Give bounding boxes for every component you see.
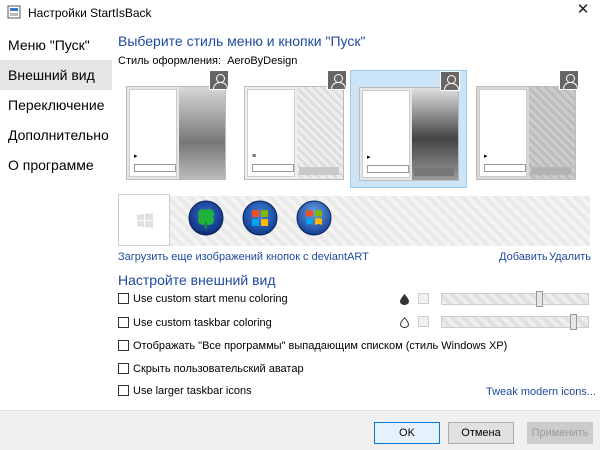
menu-preview: ≡ bbox=[244, 86, 344, 180]
arrow-icon: ▸ bbox=[134, 153, 138, 160]
checkbox[interactable] bbox=[118, 293, 129, 304]
checkbox[interactable] bbox=[118, 363, 129, 374]
list-icon: ≡ bbox=[252, 153, 257, 160]
option-label: Отображать "Все программы" выпадающим сп… bbox=[133, 340, 508, 352]
menu-preview-right-pane bbox=[529, 87, 575, 179]
start-button-strip bbox=[118, 194, 590, 246]
dialog-footer: OK Отмена Применить bbox=[0, 410, 600, 450]
option-custom-start-menu-coloring[interactable]: Use custom start menu coloring bbox=[118, 293, 288, 307]
windows-logo-icon bbox=[137, 213, 153, 228]
user-avatar-icon bbox=[209, 70, 229, 90]
filled-drop-icon bbox=[400, 294, 409, 305]
user-avatar-icon bbox=[559, 70, 579, 90]
search-box-preview bbox=[367, 165, 409, 173]
start-button-windows-vista[interactable] bbox=[296, 200, 332, 236]
slider-thumb[interactable] bbox=[536, 291, 543, 307]
apply-button[interactable]: Применить bbox=[527, 422, 593, 444]
style-thumbnail-4[interactable]: ▸ bbox=[468, 70, 585, 188]
cancel-button[interactable]: Отмена bbox=[448, 422, 514, 444]
sidebar-item-about[interactable]: О программе bbox=[0, 150, 112, 180]
close-icon[interactable]: ✕ bbox=[566, 0, 600, 22]
shutdown-bar-preview bbox=[531, 167, 571, 175]
search-box-preview bbox=[134, 164, 176, 172]
style-name-value: AeroByDesign bbox=[227, 55, 298, 67]
ok-button[interactable]: OK bbox=[374, 422, 440, 444]
start-button-clover[interactable] bbox=[188, 200, 224, 236]
menu-preview: ▸ bbox=[359, 87, 459, 181]
style-thumbnail-2[interactable]: ≡ bbox=[236, 70, 353, 188]
option-label: Скрыть пользовательский аватар bbox=[133, 363, 304, 375]
option-label: Use larger taskbar icons bbox=[133, 385, 252, 397]
checkbox[interactable] bbox=[118, 385, 129, 396]
option-label: Use custom taskbar coloring bbox=[133, 317, 272, 329]
arrow-icon: ▸ bbox=[484, 153, 488, 160]
menu-preview-left-pane: ▸ bbox=[479, 89, 527, 177]
sidebar-item-appearance[interactable]: Внешний вид bbox=[0, 60, 112, 90]
appearance-heading: Настройте внешний вид bbox=[118, 272, 276, 288]
shutdown-bar-preview bbox=[414, 168, 454, 176]
option-custom-taskbar-coloring[interactable]: Use custom taskbar coloring bbox=[118, 317, 272, 331]
option-all-programs-dropdown[interactable]: Отображать "Все программы" выпадающим сп… bbox=[118, 340, 507, 354]
outline-drop-icon bbox=[400, 317, 409, 328]
style-thumbnail-1[interactable]: ▸ bbox=[118, 70, 235, 188]
sidebar-item-start-menu[interactable]: Меню "Пуск" bbox=[0, 30, 112, 60]
sidebar-item-advanced[interactable]: Дополнительно bbox=[0, 120, 112, 150]
user-avatar-icon bbox=[440, 71, 460, 91]
style-name-row: Стиль оформления: AeroByDesign bbox=[118, 55, 303, 67]
taskbar-opacity-slider[interactable] bbox=[441, 314, 589, 330]
menu-preview-left-pane: ▸ bbox=[129, 89, 177, 177]
arrow-icon: ▸ bbox=[367, 154, 371, 161]
menu-preview: ▸ bbox=[476, 86, 576, 180]
menu-preview-right-pane bbox=[412, 88, 458, 180]
app-icon bbox=[7, 5, 21, 19]
option-hide-avatar[interactable]: Скрыть пользовательский аватар bbox=[118, 363, 304, 377]
checkbox[interactable] bbox=[118, 317, 129, 328]
taskbar-color-swatch[interactable] bbox=[418, 316, 429, 327]
shutdown-bar-preview bbox=[299, 167, 339, 175]
option-larger-taskbar-icons[interactable]: Use larger taskbar icons bbox=[118, 385, 252, 399]
user-avatar-icon bbox=[327, 70, 347, 90]
start-button-windows7[interactable] bbox=[242, 200, 278, 236]
menu-preview-left-pane: ▸ bbox=[362, 90, 410, 178]
slider-thumb[interactable] bbox=[570, 314, 577, 330]
option-label: Use custom start menu coloring bbox=[133, 293, 288, 305]
menu-preview-right-pane bbox=[297, 87, 343, 179]
window-title: Настройки StartIsBack bbox=[28, 6, 152, 20]
search-box-preview bbox=[252, 164, 294, 172]
menu-preview-left-pane: ≡ bbox=[247, 89, 295, 177]
download-buttons-link[interactable]: Загрузить еще изображений кнопок с devia… bbox=[118, 251, 369, 263]
add-button-link[interactable]: Добавить bbox=[499, 251, 548, 263]
style-heading: Выберите стиль меню и кнопки "Пуск" bbox=[118, 33, 366, 49]
search-box-preview bbox=[484, 164, 526, 172]
remove-button-link[interactable]: Удалить bbox=[549, 251, 591, 263]
start-button-windows10[interactable] bbox=[118, 194, 170, 246]
title-bar: Настройки StartIsBack ✕ bbox=[0, 0, 600, 25]
menu-preview: ▸ bbox=[126, 86, 226, 180]
appearance-panel: Выберите стиль меню и кнопки "Пуск" Стил… bbox=[112, 28, 600, 410]
sidebar: Меню "Пуск" Внешний вид Переключение Доп… bbox=[0, 28, 112, 410]
start-menu-color-swatch[interactable] bbox=[418, 293, 429, 304]
menu-preview-right-pane bbox=[179, 87, 225, 179]
style-name-label: Стиль оформления: bbox=[118, 55, 222, 67]
checkbox[interactable] bbox=[118, 340, 129, 351]
sidebar-item-switching[interactable]: Переключение bbox=[0, 90, 112, 120]
tweak-modern-icons-link[interactable]: Tweak modern icons... bbox=[486, 386, 596, 398]
style-thumbnail-3-selected[interactable]: ▸ bbox=[350, 70, 467, 188]
start-menu-opacity-slider[interactable] bbox=[441, 291, 589, 307]
